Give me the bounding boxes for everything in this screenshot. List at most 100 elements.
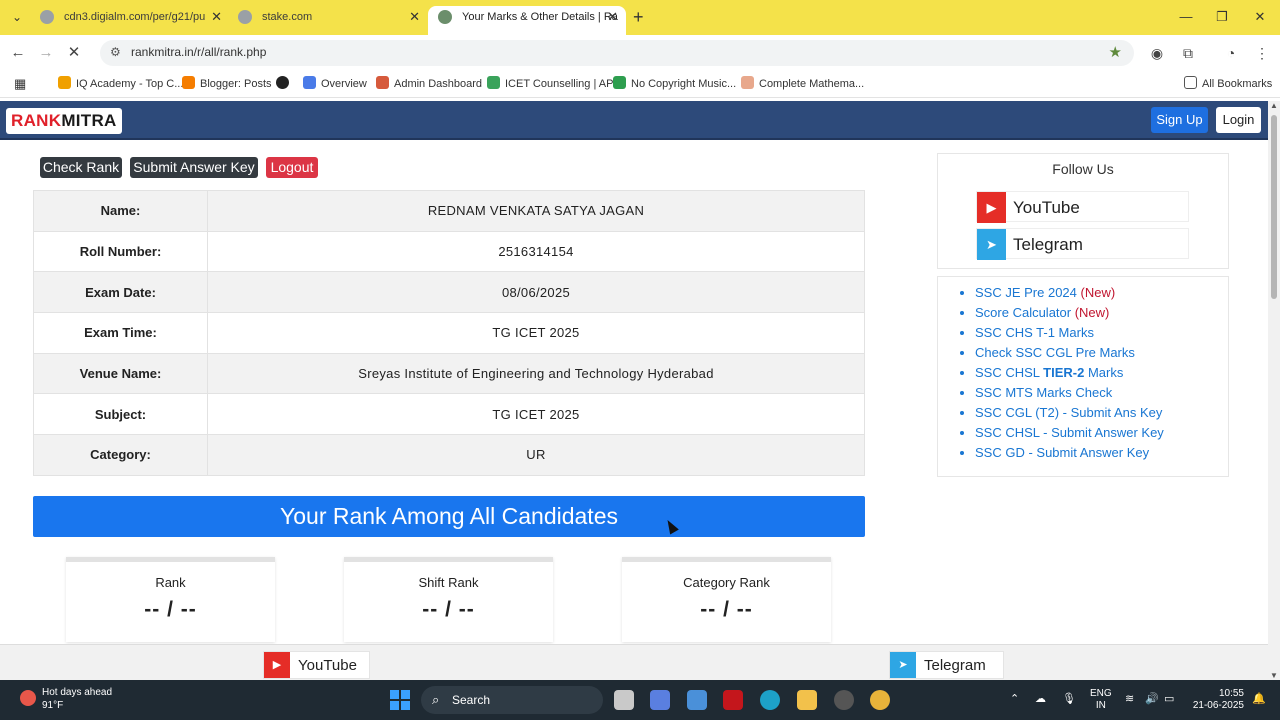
mcafee-icon[interactable] xyxy=(723,690,743,710)
bookmarks-bar: ▦ IQ Academy - Top C... Blogger: Posts O… xyxy=(0,70,1280,98)
address-bar[interactable]: ⚙ rankmitra.in/r/all/rank.php ★ xyxy=(100,40,1134,66)
tab-title: cdn3.digialm.com/per/g21/pu xyxy=(64,11,206,23)
site-logo[interactable]: RANKMITRA xyxy=(6,108,122,134)
row-value: TG ICET 2025 xyxy=(207,312,865,354)
row-label: Venue Name: xyxy=(33,352,208,395)
category-rank-card: Category Rank -- / -- xyxy=(622,557,831,642)
bookmark-item[interactable]: Admin Dashboard xyxy=(376,76,482,90)
bookmark-item[interactable]: IQ Academy - Top C... xyxy=(58,76,183,90)
check-rank-button[interactable]: Check Rank xyxy=(40,157,122,178)
browser-tab-bar: ⌄ cdn3.digialm.com/per/g21/pu ✕ stake.co… xyxy=(0,0,1280,35)
site-info-icon[interactable]: ⚙ xyxy=(110,45,121,59)
rank-card-label: Shift Rank xyxy=(418,575,479,590)
sticky-telegram-button[interactable]: ➤ Telegram xyxy=(889,651,1004,679)
forward-arrow-icon[interactable]: → xyxy=(34,41,58,65)
row-label: Exam Time: xyxy=(33,312,208,354)
sidebar-link[interactable]: SSC CHSL - Submit Answer Key xyxy=(975,423,1228,443)
extension-icon[interactable]: ◉ xyxy=(1147,43,1167,63)
sidebar-link[interactable]: SSC MTS Marks Check xyxy=(975,383,1228,403)
sidebar-link[interactable]: SSC CGL (T2) - Submit Ans Key xyxy=(975,403,1228,423)
taskbar-search[interactable]: ⌕ Search xyxy=(421,686,603,714)
browser-tab-3[interactable]: Your Marks & Other Details | Ra ✕ xyxy=(428,6,626,35)
tab-title: Your Marks & Other Details | Ra xyxy=(462,11,618,23)
onedrive-icon[interactable]: ☁ xyxy=(1035,692,1046,705)
bookmark-item[interactable]: Blogger: Posts xyxy=(182,76,272,90)
maximize-icon[interactable]: ❐ xyxy=(1207,6,1237,28)
edge-icon[interactable] xyxy=(760,690,780,710)
profile-icon[interactable]: ◔ xyxy=(1221,43,1241,63)
logout-button[interactable]: Logout xyxy=(266,157,318,178)
taskview-icon[interactable] xyxy=(614,690,634,710)
table-row: Venue Name: Sreyas Institute of Engineeri… xyxy=(33,352,865,395)
new-tab-icon[interactable]: + xyxy=(633,6,644,28)
bookmark-item[interactable]: ICET Counselling | AP xyxy=(487,76,613,90)
table-row: Roll Number: 2516314154 xyxy=(33,230,865,273)
bookmark-item[interactable] xyxy=(276,76,294,90)
telegram-link[interactable]: ➤ Telegram xyxy=(976,228,1189,260)
telegram-icon: ➤ xyxy=(977,229,1006,260)
tab-title: stake.com xyxy=(262,11,313,23)
battery-icon[interactable]: ▭ xyxy=(1164,692,1174,705)
shift-rank-card: Shift Rank -- / -- xyxy=(344,557,553,642)
microphone-icon[interactable]: 🎙 xyxy=(1062,692,1076,705)
chrome-icon[interactable] xyxy=(870,690,890,710)
back-arrow-icon[interactable]: ← xyxy=(6,41,30,65)
sticky-youtube-button[interactable]: ▶ YouTube xyxy=(263,651,370,679)
language-indicator[interactable]: ENG IN xyxy=(1090,688,1112,712)
sidebar-link[interactable]: SSC JE Pre 2024 (New) xyxy=(975,283,1228,303)
row-label: Exam Date: xyxy=(33,271,208,314)
bookmark-item[interactable]: Overview xyxy=(303,76,367,90)
minimize-icon[interactable]: — xyxy=(1171,6,1201,28)
browser-tab-1[interactable]: cdn3.digialm.com/per/g21/pu ✕ xyxy=(30,6,230,35)
sidebar-link[interactable]: SSC CHSL TIER-2 Marks xyxy=(975,363,1228,383)
row-label: Category: xyxy=(33,434,208,476)
rank-card-label: Rank xyxy=(155,575,186,590)
notification-icon[interactable]: 🔔 xyxy=(1252,692,1266,705)
all-bookmarks[interactable]: All Bookmarks xyxy=(1184,76,1272,90)
start-icon[interactable] xyxy=(390,690,410,710)
rank-card: Rank -- / -- xyxy=(66,557,275,642)
site-header: RANKMITRA xyxy=(0,101,1268,140)
clock[interactable]: 10:55 21-06-2025 xyxy=(1188,688,1244,712)
youtube-link[interactable]: ▶ YouTube xyxy=(976,191,1189,223)
close-icon[interactable]: ✕ xyxy=(607,6,618,28)
stop-loading-icon[interactable]: ✕ xyxy=(62,41,86,65)
scroll-up-icon[interactable]: ▲ xyxy=(1270,101,1278,110)
bookmark-item[interactable]: No Copyright Music... xyxy=(613,76,736,90)
scrollbar-thumb[interactable] xyxy=(1271,115,1277,299)
file-explorer-icon[interactable] xyxy=(797,690,817,710)
browser-tab-2[interactable]: stake.com ✕ xyxy=(228,6,428,35)
sidebar-link[interactable]: Check SSC CGL Pre Marks xyxy=(975,343,1228,363)
sidebar-link[interactable]: SSC GD - Submit Answer Key xyxy=(975,443,1228,463)
rank-banner: Your Rank Among All Candidates xyxy=(33,496,865,537)
close-icon[interactable]: ✕ xyxy=(409,6,420,28)
store-icon[interactable] xyxy=(687,690,707,710)
sidebar-link[interactable]: SSC CHS T-1 Marks xyxy=(975,323,1228,343)
apps-grid-icon[interactable]: ▦ xyxy=(14,76,26,92)
globe-icon xyxy=(40,10,54,24)
volume-icon[interactable]: 🔊 xyxy=(1145,692,1159,705)
blogger-icon xyxy=(182,76,195,89)
login-button[interactable]: Login xyxy=(1216,107,1261,133)
submit-answer-key-button[interactable]: Submit Answer Key xyxy=(130,157,258,178)
menu-kebab-icon[interactable]: ⋮ xyxy=(1252,43,1272,63)
window-close-icon[interactable]: ✕ xyxy=(1245,6,1275,28)
puzzle-extensions-icon[interactable]: ⧉ xyxy=(1178,43,1198,63)
bookmark-star-icon[interactable]: ★ xyxy=(1109,43,1122,61)
close-icon[interactable]: ✕ xyxy=(211,6,222,28)
tab-search-icon[interactable]: ⌄ xyxy=(6,7,28,27)
sidebar-link[interactable]: Score Calculator (New) xyxy=(975,303,1228,323)
page-scrollbar[interactable]: ▲ ▼ xyxy=(1268,101,1280,680)
bookmark-item[interactable]: Complete Mathema... xyxy=(741,76,864,90)
settings-icon[interactable] xyxy=(834,690,854,710)
bookmark-favicon-icon xyxy=(487,76,500,89)
copilot-icon[interactable] xyxy=(650,690,670,710)
rank-card-label: Category Rank xyxy=(683,575,770,590)
wifi-icon[interactable]: ≋ xyxy=(1125,692,1134,705)
taskbar: Hot days ahead 91°F ⌕ Search ⌃ ☁ 🎙 ENG I… xyxy=(0,680,1280,720)
signup-button[interactable]: Sign Up xyxy=(1151,107,1208,133)
sidebar-links: SSC JE Pre 2024 (New) Score Calculator (… xyxy=(937,276,1229,477)
scroll-down-icon[interactable]: ▼ xyxy=(1270,671,1278,680)
tray-chevron-icon[interactable]: ⌃ xyxy=(1010,692,1019,705)
weather-widget[interactable]: Hot days ahead 91°F xyxy=(20,686,112,712)
